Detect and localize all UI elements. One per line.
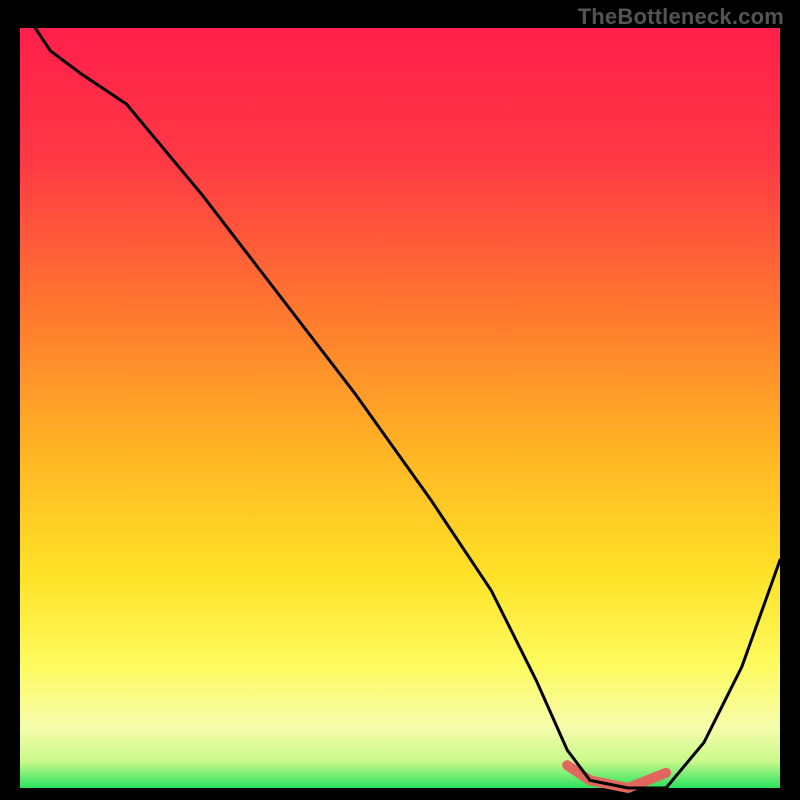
bottleneck-chart [0,0,800,800]
plot-background [20,28,780,788]
chart-frame: { "watermark": "TheBottleneck.com", "cha… [0,0,800,800]
watermark-text: TheBottleneck.com [578,4,784,30]
